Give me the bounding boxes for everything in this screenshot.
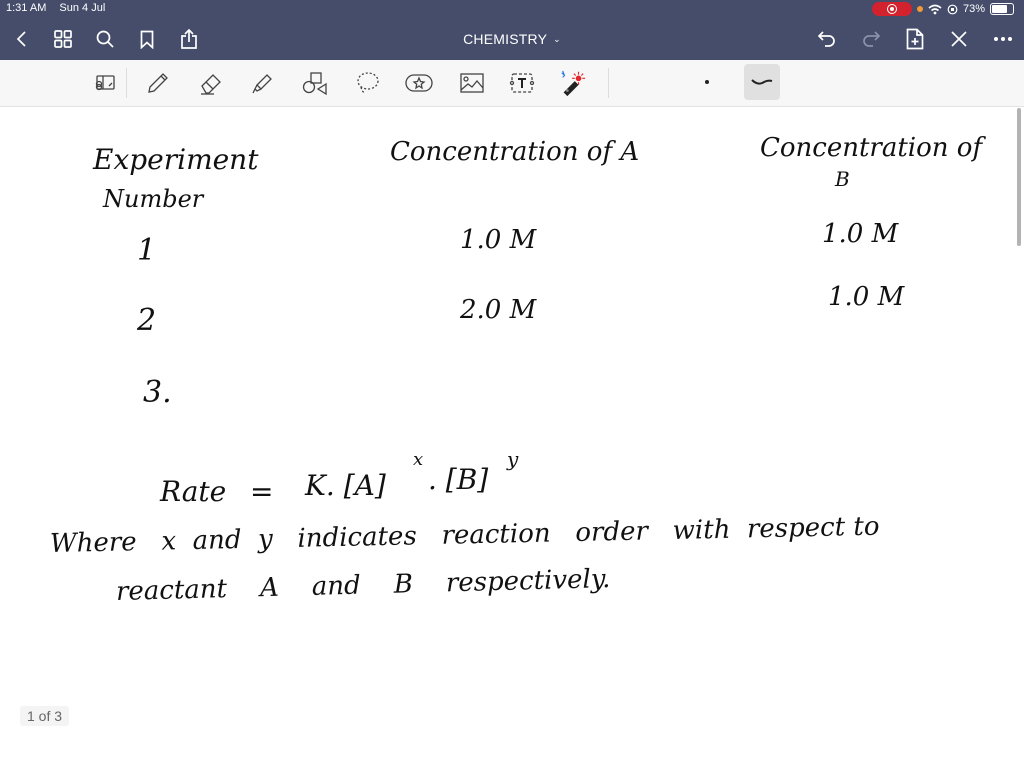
eraser-tool[interactable]	[197, 69, 225, 97]
vertical-scrollbar[interactable]	[1017, 108, 1021, 246]
toolbar-divider	[126, 68, 127, 98]
header-concentration-a: Concentration of A	[390, 137, 640, 167]
row-2-conc-b: 1.0 M	[828, 282, 905, 312]
add-page-icon	[906, 28, 924, 50]
add-page-button[interactable]	[904, 28, 926, 50]
highlighter-tool[interactable]	[249, 69, 277, 97]
stroke-width-fine[interactable]	[700, 75, 714, 89]
reading-mode-tool[interactable]	[91, 69, 119, 97]
image-tool[interactable]	[458, 69, 486, 97]
laser-pointer-tool[interactable]	[558, 69, 586, 97]
status-bar-right: 73%	[871, 2, 1014, 16]
sticker-icon	[405, 74, 433, 92]
row-3-number: 3.	[143, 375, 172, 410]
redo-icon	[863, 31, 881, 47]
header-experiment: Experiment	[93, 143, 259, 176]
undo-icon	[817, 31, 835, 47]
text-box-icon	[509, 73, 535, 93]
stroke-preview-icon	[751, 79, 773, 85]
status-time: 1:31 AM	[6, 2, 47, 14]
nav-right-group	[816, 28, 1014, 50]
battery-percent: 73%	[962, 3, 985, 15]
lasso-tool[interactable]	[354, 69, 382, 97]
rate-equals: =	[250, 475, 274, 508]
document-title-text: CHEMISTRY	[463, 31, 548, 47]
wifi-icon	[928, 4, 942, 14]
more-button[interactable]	[992, 28, 1014, 50]
explanation-line-1: Where x and y indicates reaction order w…	[49, 511, 880, 559]
pen-icon	[148, 73, 168, 93]
screen-recording-icon[interactable]	[871, 2, 912, 16]
eraser-icon	[201, 74, 221, 95]
header-concentration-b: Concentration of	[760, 133, 983, 163]
exponent-x: x	[413, 449, 424, 470]
header-concentration-b-letter: B	[835, 167, 850, 191]
laser-pointer-icon	[561, 70, 586, 97]
row-1-conc-b: 1.0 M	[822, 219, 899, 249]
text-tool[interactable]	[508, 69, 536, 97]
exponent-y: y	[507, 447, 519, 471]
more-icon	[994, 37, 1012, 41]
page-indicator: 1 of 3	[20, 706, 70, 726]
header-number: Number	[103, 185, 204, 213]
image-icon	[460, 73, 484, 93]
row-1-number: 1	[137, 233, 157, 268]
reading-mode-icon	[95, 75, 115, 91]
battery-icon	[990, 3, 1014, 15]
pen-tool[interactable]	[144, 69, 172, 97]
note-page[interactable]: Experiment Number Concentration of A Con…	[0, 107, 1024, 768]
redo-button[interactable]	[860, 28, 882, 50]
close-pen-icon	[951, 31, 967, 47]
rate-label: Rate	[160, 475, 227, 508]
row-2-conc-a: 2.0 M	[460, 295, 537, 325]
undo-button[interactable]	[816, 28, 838, 50]
rate-expression-a: K. [A]	[305, 469, 386, 502]
highlighter-icon	[252, 74, 272, 94]
orientation-lock-icon	[947, 4, 958, 14]
status-date: Sun 4 Jul	[59, 2, 106, 14]
drawing-toolbar	[0, 60, 1024, 107]
mic-indicator-icon	[916, 6, 923, 12]
stickers-tool[interactable]	[405, 69, 433, 97]
top-bar: 1:31 AM Sun 4 Jul 73% CHEMISTRY ⌄	[0, 0, 1024, 60]
stroke-width-medium[interactable]	[744, 64, 780, 100]
explanation-line-2: reactant A and B respectively.	[115, 564, 611, 607]
shapes-tool[interactable]	[301, 69, 329, 97]
toolbar-divider	[608, 68, 609, 98]
row-2-number: 2	[137, 303, 157, 338]
chevron-down-icon: ⌄	[553, 34, 561, 44]
close-pen-button[interactable]	[948, 28, 970, 50]
fine-dot-icon	[705, 80, 709, 84]
lasso-icon	[357, 72, 379, 94]
rate-expression-b: . [B]	[428, 463, 489, 496]
shapes-icon	[302, 72, 327, 95]
row-1-conc-a: 1.0 M	[460, 225, 537, 255]
status-bar-left: 1:31 AM Sun 4 Jul	[6, 2, 115, 14]
